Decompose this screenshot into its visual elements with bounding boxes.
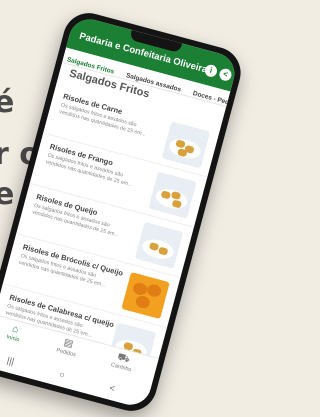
recent-apps-button[interactable]: ||| — [6, 355, 15, 366]
background-text-line-1: é — [0, 85, 15, 120]
product-image — [148, 171, 197, 219]
nav-cart[interactable]: ⛟ Carrinho — [101, 348, 144, 376]
phone-screen: Padaria e Confeitaria Oliveira i < Salga… — [0, 14, 240, 410]
system-back-button[interactable]: < — [108, 383, 116, 394]
nav-orders[interactable]: ▤ Pedidos — [46, 333, 89, 361]
system-home-button[interactable]: ○ — [58, 369, 66, 380]
share-icon[interactable]: < — [218, 67, 233, 83]
background-text-line-3: e — [0, 177, 15, 212]
info-icon[interactable]: i — [203, 63, 219, 79]
phone-mockup: Padaria e Confeitaria Oliveira i < Salga… — [0, 7, 247, 417]
product-image — [161, 121, 211, 169]
product-image — [134, 221, 184, 269]
nav-home[interactable]: ⌂ Início — [0, 319, 36, 347]
product-image — [121, 272, 170, 320]
